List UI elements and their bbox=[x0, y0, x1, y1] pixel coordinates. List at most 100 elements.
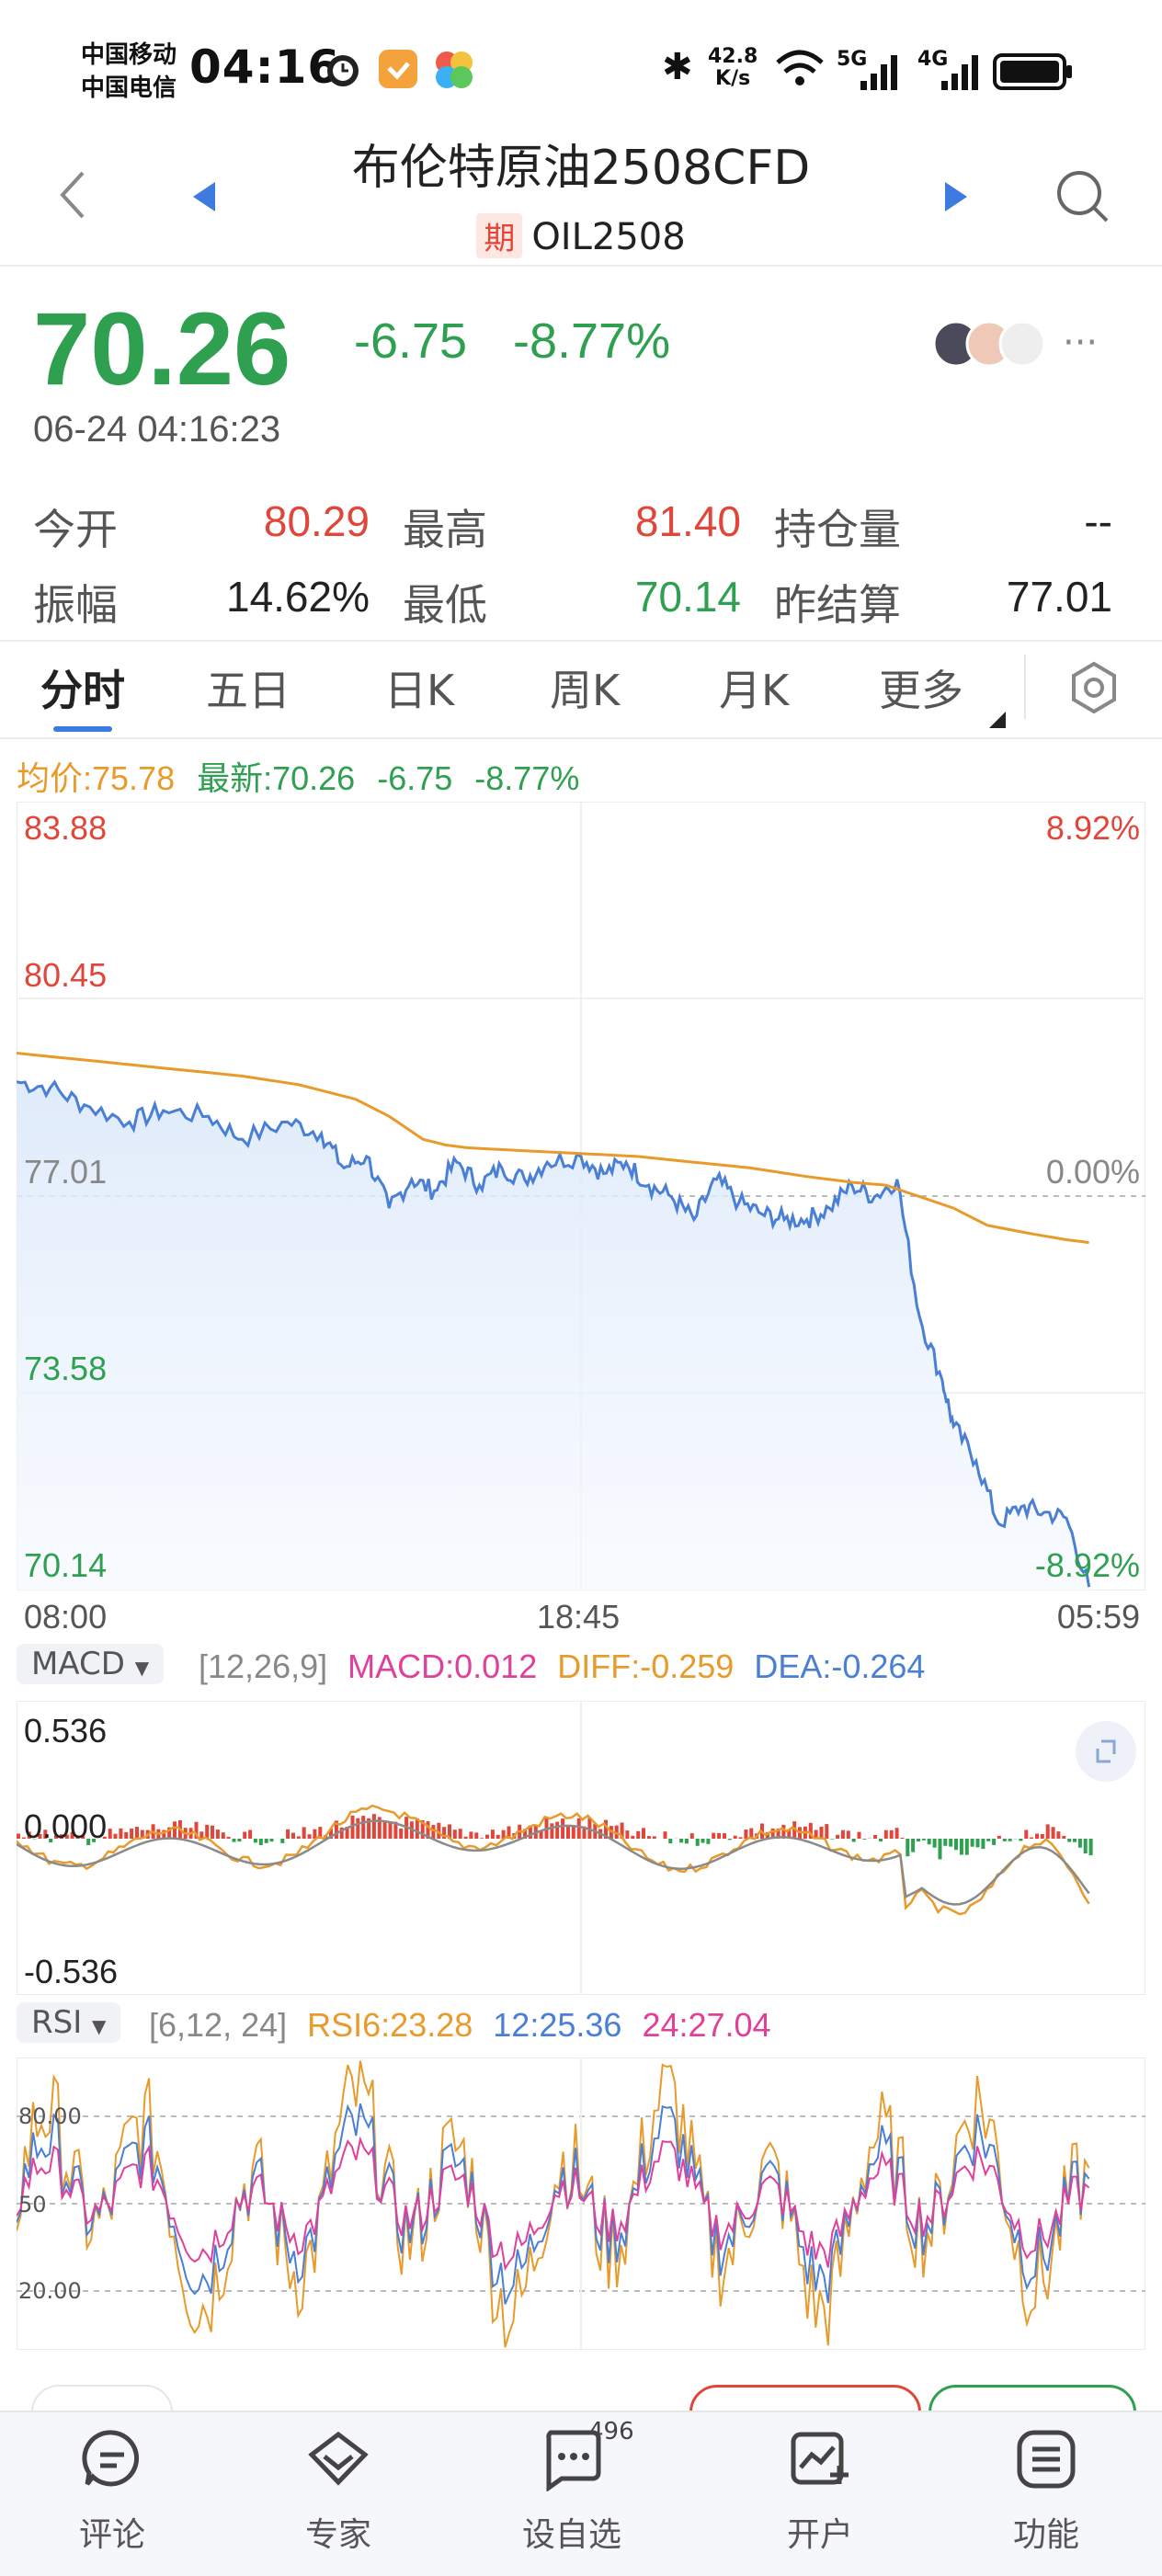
tab-active-indicator bbox=[53, 726, 112, 732]
macd-histogram-bar bbox=[911, 1839, 915, 1852]
macd-selector[interactable]: MACD ▼ bbox=[17, 1644, 164, 1684]
settings-hex-icon[interactable] bbox=[1066, 660, 1122, 715]
nav-open-account[interactable]: 开户 bbox=[746, 2427, 894, 2556]
macd-histogram-bar bbox=[960, 1839, 963, 1855]
macd-histogram-bar bbox=[464, 1837, 468, 1839]
macd-histogram-bar bbox=[1089, 1839, 1093, 1855]
macd-histogram-bar bbox=[211, 1826, 214, 1839]
open-interest-label: 持仓量 bbox=[774, 496, 901, 557]
dea-value: DEA:-0.264 bbox=[754, 1647, 925, 1685]
nav-watchlist-label: 设自选 bbox=[498, 2508, 645, 2556]
header-divider bbox=[0, 265, 1162, 267]
expand-chart-icon[interactable] bbox=[1074, 1719, 1138, 1784]
macd-histogram-bar bbox=[858, 1832, 861, 1839]
open-label: 今开 bbox=[33, 496, 118, 557]
watchlist-badge: 496 bbox=[588, 2418, 634, 2445]
macd-chart[interactable] bbox=[17, 1701, 1145, 1995]
prev-settle-value: 77.01 bbox=[947, 572, 1112, 621]
macd-histogram-bar bbox=[992, 1839, 996, 1845]
diff-value: DIFF:-0.259 bbox=[557, 1647, 734, 1685]
macd-histogram-bar bbox=[431, 1825, 435, 1839]
high-label: 最高 bbox=[403, 496, 487, 557]
futures-badge: 期 bbox=[476, 213, 522, 258]
macd-histogram-bar bbox=[383, 1820, 387, 1839]
legend-avg: 均价:75.78 bbox=[17, 759, 175, 797]
macd-histogram-bar bbox=[496, 1835, 500, 1839]
macd-histogram-bar bbox=[124, 1832, 128, 1839]
macd-histogram-bar bbox=[884, 1830, 888, 1839]
rsi-chart[interactable] bbox=[17, 2057, 1145, 2350]
macd-histogram-bar bbox=[653, 1836, 656, 1839]
amplitude-label: 振幅 bbox=[33, 572, 118, 633]
macd-histogram-bar bbox=[895, 1828, 899, 1839]
watchers-avatars[interactable] bbox=[928, 318, 1048, 373]
macd-histogram-bar bbox=[631, 1836, 634, 1839]
tab-separator bbox=[1024, 655, 1026, 719]
macd-histogram-bar bbox=[1041, 1834, 1044, 1839]
macd-histogram-bar bbox=[933, 1839, 937, 1848]
tab-weekly-k[interactable]: 周K bbox=[550, 657, 620, 718]
battery-icon bbox=[993, 53, 1076, 90]
macd-histogram-bar bbox=[173, 1821, 177, 1839]
rsi-y-80: 80.00 bbox=[18, 2103, 82, 2129]
open-interest-value: -- bbox=[965, 496, 1112, 546]
macd-histogram-bar bbox=[135, 1827, 139, 1839]
nav-comment[interactable]: 评论 bbox=[39, 2427, 186, 2556]
y-tick-mid: 77.01 bbox=[24, 1153, 107, 1191]
macd-selector-label: MACD bbox=[31, 1646, 125, 1682]
macd-histogram-bar bbox=[949, 1839, 952, 1847]
intraday-chart[interactable] bbox=[17, 802, 1145, 1590]
macd-histogram-bar bbox=[690, 1833, 694, 1839]
tab-more[interactable]: 更多 bbox=[879, 657, 963, 718]
macd-histogram-bar bbox=[469, 1831, 473, 1839]
tab-5day[interactable]: 五日 bbox=[206, 657, 290, 718]
macd-histogram-bar bbox=[280, 1839, 284, 1843]
rsi-selector[interactable]: RSI ▼ bbox=[17, 2002, 120, 2043]
macd-histogram-bar bbox=[625, 1830, 629, 1839]
macd-histogram-bar bbox=[561, 1818, 564, 1839]
macd-y-top: 0.536 bbox=[24, 1712, 107, 1750]
macd-histogram-bar bbox=[361, 1816, 365, 1839]
carrier-labels: 中国移动 中国电信 bbox=[81, 39, 177, 105]
macd-histogram-bar bbox=[17, 1834, 20, 1840]
nav-expert[interactable]: 专家 bbox=[265, 2427, 412, 2556]
macd-histogram-bar bbox=[997, 1836, 1001, 1839]
macd-histogram-bar bbox=[108, 1829, 112, 1839]
nav-functions[interactable]: 功能 bbox=[973, 2427, 1120, 2556]
carrier-1: 中国移动 bbox=[81, 39, 177, 72]
macd-histogram-bar bbox=[1056, 1831, 1060, 1839]
page-title: 布伦特原油2508CFD bbox=[0, 129, 1162, 198]
search-icon[interactable] bbox=[1054, 167, 1112, 226]
tab-daily-k[interactable]: 日K bbox=[384, 657, 454, 718]
bluetooth-icon: ✱ bbox=[662, 46, 693, 88]
carrier-2: 中国电信 bbox=[81, 72, 177, 105]
chevron-down-icon: ▼ bbox=[92, 2015, 106, 2037]
y-tick-2: 80.45 bbox=[24, 956, 107, 995]
macd-histogram-bar bbox=[1078, 1839, 1082, 1848]
macd-histogram-bar bbox=[485, 1835, 489, 1839]
macd-histogram-bar bbox=[550, 1823, 553, 1839]
amplitude-value: 14.62% bbox=[184, 572, 370, 621]
more-icon[interactable]: ··· bbox=[1063, 322, 1098, 364]
open-account-icon bbox=[788, 2427, 852, 2491]
open-value: 80.29 bbox=[211, 496, 370, 546]
y-pct-bottom: -8.92% bbox=[1035, 1546, 1140, 1585]
rsi-y-50: 50 bbox=[18, 2192, 47, 2217]
x-tick-start: 08:00 bbox=[24, 1598, 107, 1636]
tab-monthly-k[interactable]: 月K bbox=[719, 657, 789, 718]
macd-histogram-bar bbox=[237, 1839, 241, 1841]
macd-histogram-bar bbox=[954, 1839, 958, 1850]
avatar-group bbox=[928, 318, 1048, 370]
signal-5g-icon bbox=[855, 51, 906, 92]
macd-histogram-bar bbox=[1019, 1839, 1022, 1841]
nav-watchlist[interactable]: 设自选 bbox=[498, 2427, 645, 2556]
rsi6-value: RSI6:23.28 bbox=[307, 2006, 473, 2044]
macd-histogram-bar bbox=[130, 1829, 133, 1839]
wifi-icon bbox=[774, 48, 826, 90]
macd-histogram-bar bbox=[636, 1831, 640, 1839]
price-area-fill bbox=[17, 1082, 1089, 1590]
macd-histogram-bar bbox=[943, 1839, 947, 1846]
macd-histogram-bar bbox=[291, 1833, 295, 1839]
next-contract-icon[interactable] bbox=[941, 178, 971, 215]
tab-intraday[interactable]: 分时 bbox=[40, 657, 125, 718]
